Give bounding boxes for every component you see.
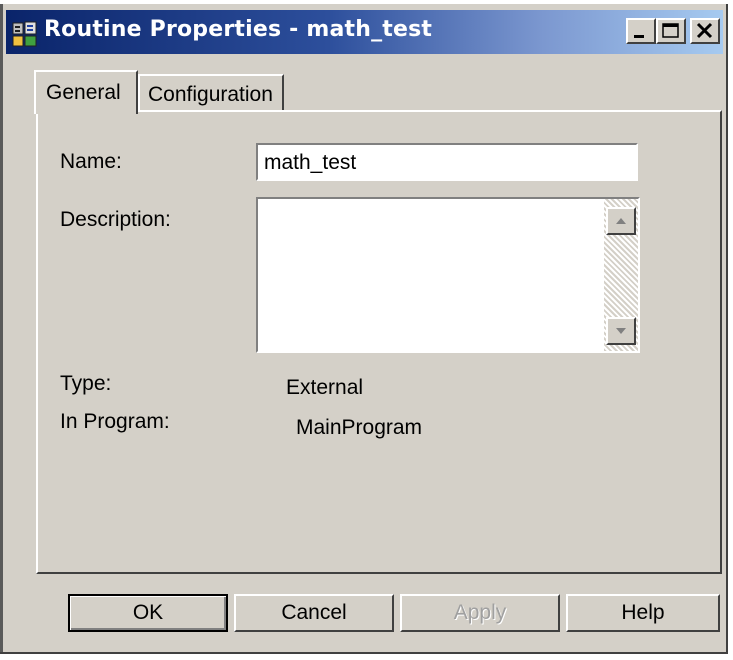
ok-button[interactable]: OK — [68, 594, 228, 632]
name-field[interactable]: math_test — [256, 143, 638, 181]
close-button[interactable] — [690, 18, 720, 44]
help-button[interactable]: Help — [566, 594, 720, 632]
close-icon — [696, 22, 713, 39]
scroll-up-icon — [616, 218, 626, 224]
description-label: Description: — [60, 208, 171, 231]
minimize-icon — [634, 35, 644, 38]
type-value: External — [286, 376, 364, 399]
routine-app-icon[interactable] — [12, 21, 38, 47]
frame-right — [728, 4, 733, 660]
frame-top — [0, 0, 733, 4]
scroll-down-button[interactable] — [606, 317, 636, 345]
type-label: Type: — [60, 372, 112, 395]
cancel-button[interactable]: Cancel — [234, 594, 394, 632]
scroll-up-button[interactable] — [606, 207, 636, 235]
window-title: Routine Properties - math_test — [44, 17, 433, 42]
tab-general-label: General — [46, 81, 121, 104]
maximize-icon — [662, 23, 679, 38]
frame-left — [0, 4, 3, 660]
tab-general[interactable]: General — [34, 70, 138, 114]
program-label: In Program: — [60, 410, 170, 433]
apply-button[interactable]: Apply — [400, 594, 560, 632]
minimize-button[interactable] — [626, 18, 656, 44]
tab-configuration-label: Configuration — [148, 83, 273, 106]
maximize-button[interactable] — [656, 18, 686, 44]
frame-bottom — [0, 654, 728, 660]
program-value: MainProgram — [296, 416, 423, 439]
scroll-down-icon — [616, 328, 626, 334]
name-label: Name: — [60, 150, 122, 173]
description-field[interactable] — [256, 197, 640, 353]
tab-configuration[interactable]: Configuration — [138, 74, 284, 112]
